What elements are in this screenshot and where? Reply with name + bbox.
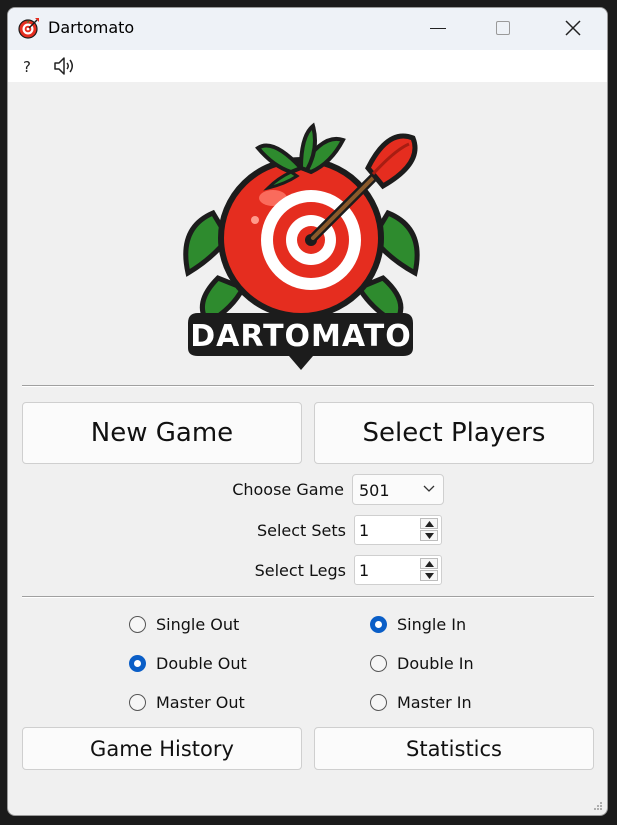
app-logo-icon (18, 18, 39, 39)
maximize-button[interactable] (480, 8, 526, 48)
radio-master-in[interactable]: Master In (370, 691, 472, 713)
radio-master-out[interactable]: Master Out (129, 691, 245, 713)
radio-circle (370, 615, 387, 633)
resize-grip-icon[interactable] (593, 801, 603, 811)
radio-single-out[interactable]: Single Out (129, 613, 239, 635)
sets-increment-button[interactable] (420, 518, 438, 529)
select-players-button[interactable]: Select Players (314, 402, 594, 464)
close-button[interactable] (549, 8, 595, 48)
select-legs-label: Select Legs (254, 561, 346, 580)
game-history-button[interactable]: Game History (22, 727, 302, 770)
logo-text: DARTOMATO (190, 319, 412, 354)
radio-label: Master In (397, 692, 472, 712)
radio-label: Double Out (156, 653, 247, 673)
radio-label: Single In (397, 614, 467, 634)
radio-label: Single Out (156, 614, 240, 634)
speaker-icon[interactable] (52, 55, 78, 77)
radio-circle (129, 654, 146, 672)
title-bar[interactable]: Dartomato (8, 8, 607, 50)
radio-circle (129, 615, 146, 633)
radio-single-in[interactable]: Single In (370, 613, 466, 635)
new-game-button[interactable]: New Game (22, 402, 302, 464)
select-sets-value: 1 (359, 521, 370, 540)
arrow-up-icon (425, 521, 434, 527)
app-window: Dartomato ? DARTOMATO New Game Select Pl… (7, 7, 608, 816)
minimize-button[interactable] (415, 8, 461, 48)
arrow-down-icon (425, 573, 434, 579)
dartomato-logo: DARTOMATO (183, 122, 420, 370)
window-title: Dartomato (48, 18, 135, 37)
arrow-up-icon (425, 561, 434, 567)
choose-game-value: 501 (359, 481, 390, 500)
legs-decrement-button[interactable] (420, 570, 438, 581)
radio-label: Double In (397, 653, 474, 673)
statistics-button[interactable]: Statistics (314, 727, 594, 770)
radio-circle (370, 693, 387, 711)
radio-circle (129, 693, 146, 711)
separator-middle (22, 596, 594, 598)
chevron-down-icon (423, 485, 435, 492)
radio-double-in[interactable]: Double In (370, 652, 474, 674)
separator-top (22, 385, 594, 387)
choose-game-label: Choose Game (232, 480, 344, 499)
close-icon (565, 20, 581, 36)
menu-bar: ? (8, 50, 607, 82)
legs-increment-button[interactable] (420, 558, 438, 569)
sets-decrement-button[interactable] (420, 530, 438, 541)
radio-label: Master Out (156, 692, 245, 712)
help-menu[interactable]: ? (20, 58, 34, 76)
arrow-down-icon (425, 533, 434, 539)
select-sets-spinbox[interactable]: 1 (354, 515, 442, 545)
select-sets-label: Select Sets (256, 521, 346, 540)
radio-circle (370, 654, 387, 672)
select-legs-spinbox[interactable]: 1 (354, 555, 442, 585)
radio-double-out[interactable]: Double Out (129, 652, 247, 674)
choose-game-dropdown[interactable]: 501 (352, 474, 444, 505)
select-legs-value: 1 (359, 561, 370, 580)
